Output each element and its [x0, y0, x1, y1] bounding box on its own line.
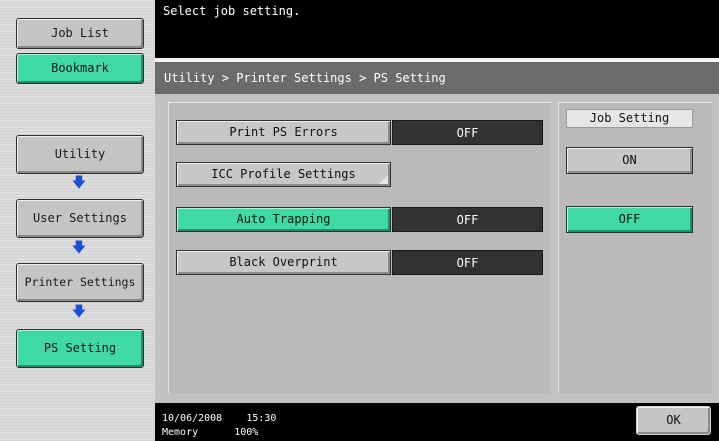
arrow-down-icon: 🡇: [71, 304, 87, 320]
time-text: 15:30: [246, 413, 277, 424]
job-list-button[interactable]: Job List: [16, 18, 144, 49]
icc-profile-settings-button[interactable]: ICC Profile Settings: [176, 162, 391, 187]
ok-button[interactable]: OK: [636, 406, 711, 435]
auto-trapping-value: OFF: [392, 207, 543, 232]
bookmark-button[interactable]: Bookmark: [16, 53, 144, 84]
status-footer: 10/06/2008 15:30 Memory 100%: [155, 403, 719, 441]
print-ps-errors-value: OFF: [392, 120, 543, 145]
arrow-down-icon: 🡇: [71, 175, 87, 191]
job-setting-label: Job Setting: [566, 109, 693, 128]
black-overprint-value: OFF: [392, 250, 543, 275]
date-text: 10/06/2008: [162, 413, 223, 424]
job-setting-panel: [558, 102, 712, 393]
path-user-settings-button[interactable]: User Settings: [16, 199, 144, 238]
settings-panel: [168, 102, 551, 393]
job-setting-off-button[interactable]: OFF: [566, 206, 693, 233]
submenu-corner-icon: [379, 175, 388, 184]
path-utility-button[interactable]: Utility: [16, 135, 144, 174]
auto-trapping-button[interactable]: Auto Trapping: [176, 207, 391, 232]
message-text: Select job setting.: [163, 4, 301, 18]
message-bar: Select job setting.: [155, 0, 719, 58]
memory-status: Memory 100%: [162, 427, 258, 438]
black-overprint-button[interactable]: Black Overprint: [176, 250, 391, 275]
path-printer-settings-button[interactable]: Printer Settings: [16, 263, 144, 302]
path-ps-setting-button[interactable]: PS Setting: [16, 329, 144, 368]
job-setting-on-button[interactable]: ON: [566, 147, 693, 174]
date-time: 10/06/2008 15:30: [162, 413, 276, 424]
memory-value: 100%: [234, 427, 259, 438]
icc-profile-settings-label: ICC Profile Settings: [211, 167, 356, 181]
print-ps-errors-button[interactable]: Print PS Errors: [176, 120, 391, 145]
arrow-down-icon: 🡇: [71, 240, 87, 256]
memory-label: Memory: [162, 427, 199, 438]
breadcrumb: Utility > Printer Settings > PS Setting: [155, 62, 719, 94]
